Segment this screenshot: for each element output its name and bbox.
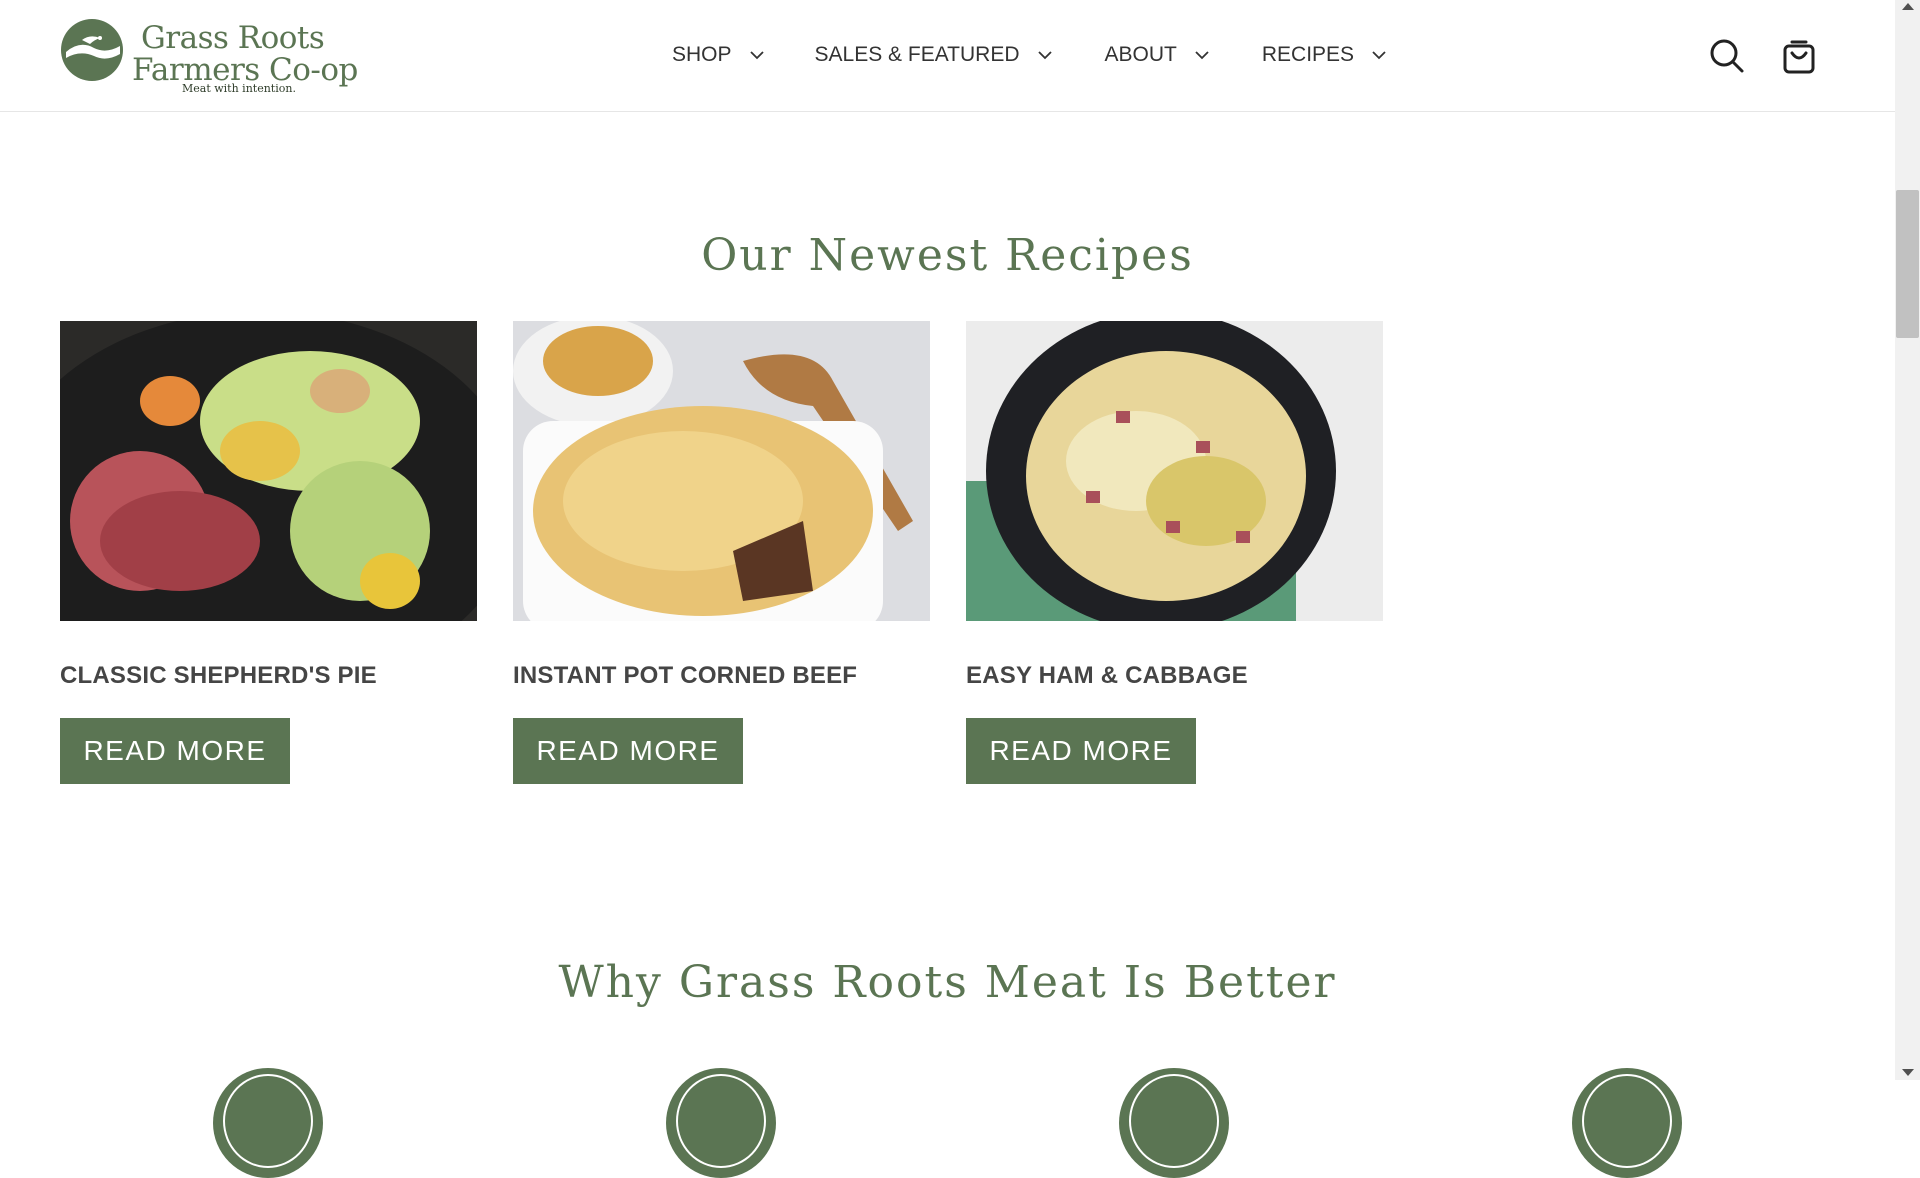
nav-item-recipes[interactable]: RECIPES: [1262, 43, 1387, 67]
recipe-card: INSTANT POT CORNED BEEF READ MORE: [513, 321, 930, 784]
logo-mark-icon: [61, 19, 123, 81]
main-nav: SHOP SALES & FEATURED ABOUT RECIPES: [672, 40, 1387, 70]
feature-badge-icon: [666, 1068, 776, 1178]
nav-item-label: ABOUT: [1104, 43, 1177, 66]
chevron-down-icon: [1372, 51, 1386, 60]
section-title-why-better: Why Grass Roots Meat Is Better: [558, 957, 1337, 1008]
recipe-image[interactable]: [513, 321, 930, 621]
nav-item-sales-featured[interactable]: SALES & FEATURED: [815, 43, 1053, 67]
section-title-newest-recipes: Our Newest Recipes: [701, 230, 1194, 281]
feature-badge-icon: [1572, 1068, 1682, 1178]
nav-item-label: RECIPES: [1261, 43, 1355, 66]
recipe-card: EASY HAM & CABBAGE READ MORE: [966, 321, 1383, 784]
feature-badge-icon: [213, 1068, 323, 1178]
recipe-image[interactable]: [60, 321, 477, 621]
read-more-button[interactable]: READ MORE: [966, 718, 1196, 784]
logo-tagline: Meat with intention.: [182, 82, 296, 95]
recipe-image[interactable]: [966, 321, 1383, 621]
nav-item-shop[interactable]: SHOP: [672, 43, 765, 67]
nav-item-label: SHOP: [672, 43, 732, 66]
recipe-card: CLASSIC SHEPHERD'S PIE READ MORE: [60, 321, 477, 784]
read-more-button[interactable]: READ MORE: [513, 718, 743, 784]
nav-item-about[interactable]: ABOUT: [1105, 43, 1210, 67]
logo-text-line1: Grass Roots: [141, 20, 325, 56]
recipe-title[interactable]: EASY HAM & CABBAGE: [966, 662, 1383, 690]
brand-logo[interactable]: Grass Roots Farmers Co-op Meat with inte…: [60, 16, 358, 96]
scrollbar-thumb[interactable]: [1896, 190, 1919, 338]
scroll-down-arrow-icon[interactable]: [1902, 1069, 1914, 1076]
chevron-down-icon: [749, 51, 764, 60]
scroll-up-arrow-icon[interactable]: [1902, 3, 1914, 10]
search-icon[interactable]: [1708, 37, 1746, 75]
site-header: Grass Roots Farmers Co-op Meat with inte…: [0, 0, 1895, 112]
shopping-bag-icon[interactable]: [1780, 37, 1818, 75]
page-scrollbar[interactable]: [1895, 0, 1920, 1080]
recipe-title[interactable]: CLASSIC SHEPHERD'S PIE: [60, 662, 477, 690]
nav-item-label: SALES & FEATURED: [814, 43, 1020, 66]
recipe-title[interactable]: INSTANT POT CORNED BEEF: [513, 662, 930, 690]
read-more-button[interactable]: READ MORE: [60, 718, 290, 784]
chevron-down-icon: [1195, 51, 1209, 60]
chevron-down-icon: [1037, 51, 1052, 60]
feature-badge-icon: [1119, 1068, 1229, 1178]
